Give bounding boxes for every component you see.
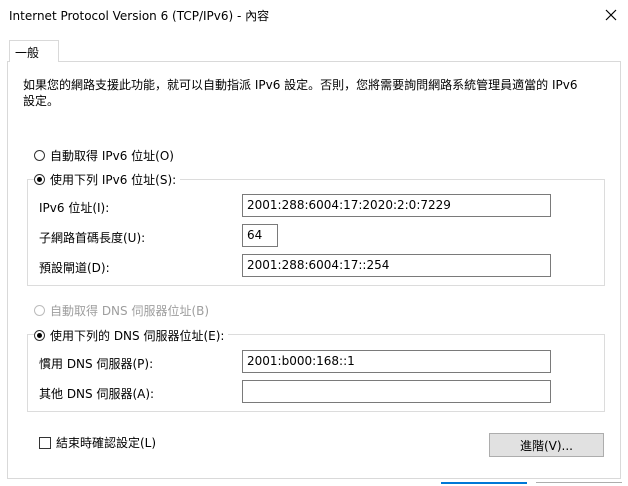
ipv6-address-label: IPv6 位址(I): bbox=[39, 201, 110, 215]
subnet-prefix-label: 子網路首碼長度(U): bbox=[39, 231, 146, 245]
radio-auto-ipv6[interactable]: 自動取得 IPv6 位址(O) bbox=[34, 147, 178, 164]
close-icon bbox=[605, 9, 617, 21]
preferred-dns-input[interactable]: 2001:b000:168::1 bbox=[242, 350, 551, 373]
description-line-2: 設定。 bbox=[23, 94, 60, 108]
radio-auto-dns[interactable]: 自動取得 DNS 伺服器位址(B) bbox=[34, 302, 214, 319]
alternate-dns-input[interactable] bbox=[242, 380, 551, 403]
ipv6-address-input[interactable]: 2001:288:6004:17:2020:2:0:7229 bbox=[242, 194, 551, 217]
description-line-1: 如果您的網路支援此功能，就可以自動指派 IPv6 設定。否則，您將需要詢問網路系… bbox=[23, 78, 578, 92]
radio-auto-dns-circle[interactable] bbox=[34, 305, 45, 316]
cancel-button[interactable] bbox=[536, 482, 622, 486]
validate-on-exit-checkbox[interactable]: 結束時確認設定(L) bbox=[39, 434, 156, 451]
radio-manual-ipv6-circle[interactable] bbox=[34, 174, 45, 185]
ok-button[interactable] bbox=[441, 482, 527, 486]
radio-auto-ipv6-circle[interactable] bbox=[34, 150, 45, 161]
close-button[interactable] bbox=[600, 4, 622, 26]
validate-on-exit-label: 結束時確認設定(L) bbox=[56, 436, 157, 450]
radio-auto-dns-label: 自動取得 DNS 伺服器位址(B) bbox=[50, 304, 210, 318]
advanced-button[interactable]: 進階(V)... bbox=[489, 433, 604, 457]
tab-general[interactable]: 一般 bbox=[9, 40, 59, 62]
radio-manual-dns-circle[interactable] bbox=[34, 330, 45, 341]
radio-manual-ipv6-label: 使用下列 IPv6 位址(S): bbox=[50, 173, 177, 187]
default-gateway-label: 預設閘道(D): bbox=[39, 261, 110, 275]
default-gateway-input[interactable]: 2001:288:6004:17::254 bbox=[242, 254, 551, 277]
preferred-dns-label: 慣用 DNS 伺服器(P): bbox=[39, 357, 154, 371]
radio-auto-ipv6-label: 自動取得 IPv6 位址(O) bbox=[50, 149, 174, 163]
advanced-button-label: 進階(V)... bbox=[519, 438, 574, 453]
description-text: 如果您的網路支援此功能，就可以自動指派 IPv6 設定。否則，您將需要詢問網路系… bbox=[23, 77, 593, 109]
dialog-window: Internet Protocol Version 6 (TCP/IPv6) -… bbox=[0, 0, 628, 486]
title-bar[interactable]: Internet Protocol Version 6 (TCP/IPv6) -… bbox=[0, 0, 628, 30]
window-title: Internet Protocol Version 6 (TCP/IPv6) -… bbox=[9, 9, 270, 23]
radio-manual-ipv6[interactable]: 使用下列 IPv6 位址(S): bbox=[34, 171, 181, 188]
radio-manual-dns-label: 使用下列的 DNS 伺服器位址(E): bbox=[50, 329, 225, 343]
validate-on-exit-box[interactable] bbox=[39, 436, 51, 449]
radio-manual-dns[interactable]: 使用下列的 DNS 伺服器位址(E): bbox=[34, 327, 229, 344]
tab-general-label: 一般 bbox=[15, 46, 40, 60]
subnet-prefix-input[interactable]: 64 bbox=[242, 224, 278, 247]
alternate-dns-label: 其他 DNS 伺服器(A): bbox=[39, 387, 155, 401]
